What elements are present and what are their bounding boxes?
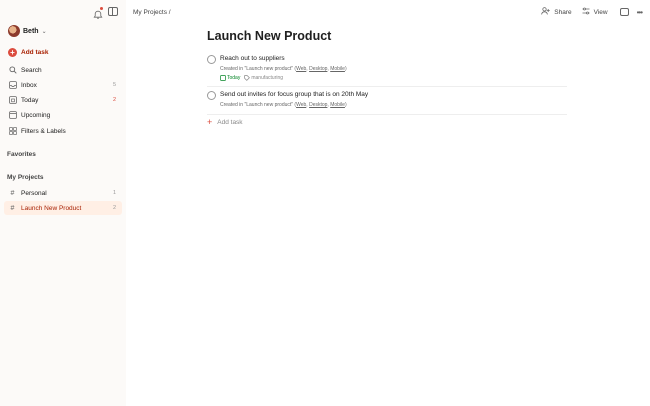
- sidebar-item-label: Inbox: [21, 81, 37, 89]
- inbox-count: 5: [112, 82, 116, 88]
- tag-icon: [244, 75, 251, 81]
- task-item[interactable]: Send out invites for focus group that is…: [207, 91, 567, 115]
- inbox-icon: [8, 81, 17, 90]
- task-description: Created in "Launch new product" (Web, De…: [220, 102, 347, 108]
- avatar: [8, 25, 20, 37]
- calendar-upcoming-icon: [8, 111, 17, 120]
- hash-icon: #: [10, 189, 15, 197]
- add-task-button[interactable]: + Add task: [207, 117, 243, 127]
- due-date-label: Today: [227, 75, 241, 81]
- today-count: 2: [112, 97, 116, 103]
- task-description-text: Created in "Launch new product" (: [220, 102, 297, 108]
- task-divider: [207, 86, 567, 87]
- user-menu[interactable]: Beth ⌄: [8, 25, 47, 37]
- sidebar-item-label: Filters & Labels: [21, 127, 66, 135]
- link-desktop[interactable]: Desktop: [309, 66, 327, 72]
- link-mobile[interactable]: Mobile: [330, 66, 345, 72]
- plus-icon: +: [207, 117, 213, 127]
- task-description-text: Created in "Launch new product" (: [220, 66, 297, 72]
- favorites-heading[interactable]: Favorites: [7, 151, 36, 158]
- view-button[interactable]: View: [582, 7, 608, 17]
- sidebar-item-upcoming[interactable]: Upcoming: [4, 108, 122, 122]
- sidebar-item-filters-labels[interactable]: Filters & Labels: [4, 124, 122, 138]
- due-date[interactable]: Today: [220, 75, 240, 81]
- task-description-suffix: ): [344, 102, 347, 108]
- task-checkbox[interactable]: [207, 55, 216, 64]
- sidebar-item-today[interactable]: Today 2: [4, 93, 122, 107]
- comment-icon[interactable]: [619, 8, 629, 16]
- sidebar-item-label: Upcoming: [21, 111, 51, 119]
- link-desktop[interactable]: Desktop: [309, 102, 327, 108]
- filters-icon: [8, 127, 17, 136]
- plus-circle-icon: +: [8, 47, 17, 57]
- sidebar-project-launch-new-product[interactable]: # Launch New Product 2: [4, 201, 122, 215]
- task-checkbox[interactable]: [207, 91, 216, 100]
- search-icon: [8, 66, 17, 75]
- sidebar-item-label: Search: [21, 66, 42, 74]
- sidebar-add-task-button[interactable]: + Add task: [4, 45, 122, 59]
- sidebar-item-label: Today: [21, 96, 39, 104]
- user-name: Beth: [23, 27, 39, 35]
- share-button[interactable]: Share: [541, 7, 572, 17]
- calendar-today-icon: [8, 96, 17, 105]
- task-description: Created in "Launch new product" (Web, De…: [220, 66, 347, 72]
- add-task-label: Add task: [217, 118, 243, 126]
- more-horizontal-icon[interactable]: •••: [637, 8, 643, 17]
- sidebar-project-personal[interactable]: # Personal 1: [4, 186, 122, 200]
- sidebar-project-label: Personal: [21, 189, 47, 197]
- page-title: Launch New Product: [207, 29, 332, 43]
- task-label[interactable]: manufacturing: [244, 75, 283, 81]
- task-description-suffix: ): [344, 66, 347, 72]
- sidebar-project-label: Launch New Product: [21, 204, 82, 212]
- my-projects-heading[interactable]: My Projects: [7, 174, 44, 181]
- task-divider: [207, 114, 567, 115]
- bell-icon: [93, 10, 103, 19]
- header-actions: Share View •••: [531, 7, 643, 17]
- project-count: 2: [112, 205, 116, 211]
- project-count: 1: [112, 190, 116, 196]
- toggle-sidebar-button[interactable]: [108, 7, 118, 16]
- breadcrumb[interactable]: My Projects /: [133, 9, 171, 16]
- link-web[interactable]: Web: [296, 66, 306, 72]
- sidebar-item-search[interactable]: Search: [4, 63, 122, 77]
- task-meta: Today manufacturing: [220, 75, 283, 81]
- task-label-text: manufacturing: [251, 75, 284, 81]
- chevron-down-icon: ⌄: [41, 28, 47, 35]
- sliders-icon: [582, 7, 590, 17]
- task-title[interactable]: Reach out to suppliers: [220, 55, 285, 62]
- view-label: View: [593, 8, 608, 16]
- calendar-icon: [220, 75, 226, 81]
- notification-dot: [100, 7, 103, 10]
- share-label: Share: [554, 8, 572, 16]
- notifications-button[interactable]: [93, 7, 103, 19]
- task-item[interactable]: Reach out to suppliers Created in "Launc…: [207, 55, 567, 87]
- task-title[interactable]: Send out invites for focus group that is…: [220, 91, 368, 98]
- sidebar-add-task-label: Add task: [21, 48, 49, 56]
- hash-icon: #: [10, 204, 15, 212]
- sidebar-item-inbox[interactable]: Inbox 5: [4, 78, 122, 92]
- sidebar: Beth ⌄ + Add task Search Inbox 5 Today 2: [0, 0, 126, 406]
- share-person-icon: [541, 7, 550, 17]
- link-mobile[interactable]: Mobile: [330, 102, 345, 108]
- link-web[interactable]: Web: [296, 102, 306, 108]
